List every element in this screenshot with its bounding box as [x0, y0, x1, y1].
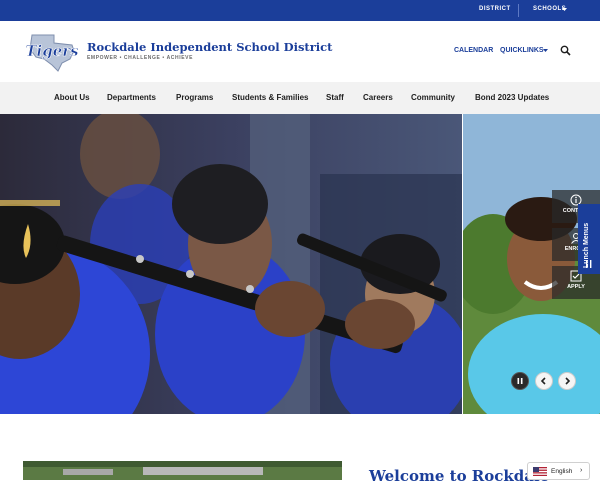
- calendar-link[interactable]: CALENDAR: [454, 47, 493, 54]
- site-header: Tigers Rockdale Independent School Distr…: [0, 21, 600, 82]
- nav-item-bond-2023[interactable]: Bond 2023 Updates: [475, 93, 549, 102]
- welcome-heading: Welcome to Rockdale: [369, 467, 550, 485]
- utility-bar: DISTRICT SCHOOLS: [0, 0, 600, 21]
- lunch-menus-label: Lunch Menus: [583, 222, 590, 268]
- pause-button[interactable]: [511, 372, 529, 390]
- hero-slideshow: [0, 114, 600, 414]
- apply-tab-label: APPLY: [567, 284, 585, 290]
- svg-text:Tigers: Tigers: [25, 42, 79, 60]
- schools-chevron-down-icon[interactable]: [562, 8, 567, 12]
- chevron-right-icon: ›: [580, 467, 583, 474]
- quicklinks-menu[interactable]: QUICKLINKS: [500, 47, 544, 54]
- nav-item-departments[interactable]: Departments: [107, 93, 156, 102]
- search-icon[interactable]: [560, 45, 571, 56]
- pause-icon: [517, 378, 523, 384]
- nav-item-about-us[interactable]: About Us: [54, 93, 90, 102]
- hero-image-band-students: [0, 114, 462, 414]
- next-slide-button[interactable]: [558, 372, 576, 390]
- welcome-campus-image: [23, 461, 342, 480]
- quicklinks-chevron-down-icon[interactable]: [543, 49, 548, 53]
- language-label: English: [551, 468, 573, 475]
- main-nav: About Us Departments Programs Students &…: [0, 82, 600, 114]
- language-selector[interactable]: English ›: [527, 462, 590, 480]
- district-link[interactable]: DISTRICT: [479, 6, 511, 12]
- utility-divider: [518, 4, 519, 17]
- nav-item-programs[interactable]: Programs: [176, 93, 213, 102]
- nav-item-students-families[interactable]: Students & Families: [232, 93, 308, 102]
- chevron-left-icon: [540, 377, 546, 385]
- nav-item-careers[interactable]: Careers: [363, 93, 393, 102]
- district-logo[interactable]: Tigers: [24, 29, 80, 73]
- us-flag-icon: [533, 467, 547, 476]
- nav-item-staff[interactable]: Staff: [326, 93, 344, 102]
- site-tagline: EMPOWER • CHALLENGE • ACHIEVE: [87, 55, 193, 61]
- nav-item-community[interactable]: Community: [411, 93, 455, 102]
- chevron-right-icon: [565, 377, 571, 385]
- site-name[interactable]: Rockdale Independent School District: [87, 40, 332, 54]
- lunch-menus-tab[interactable]: Lunch Menus: [578, 204, 600, 274]
- previous-slide-button[interactable]: [535, 372, 553, 390]
